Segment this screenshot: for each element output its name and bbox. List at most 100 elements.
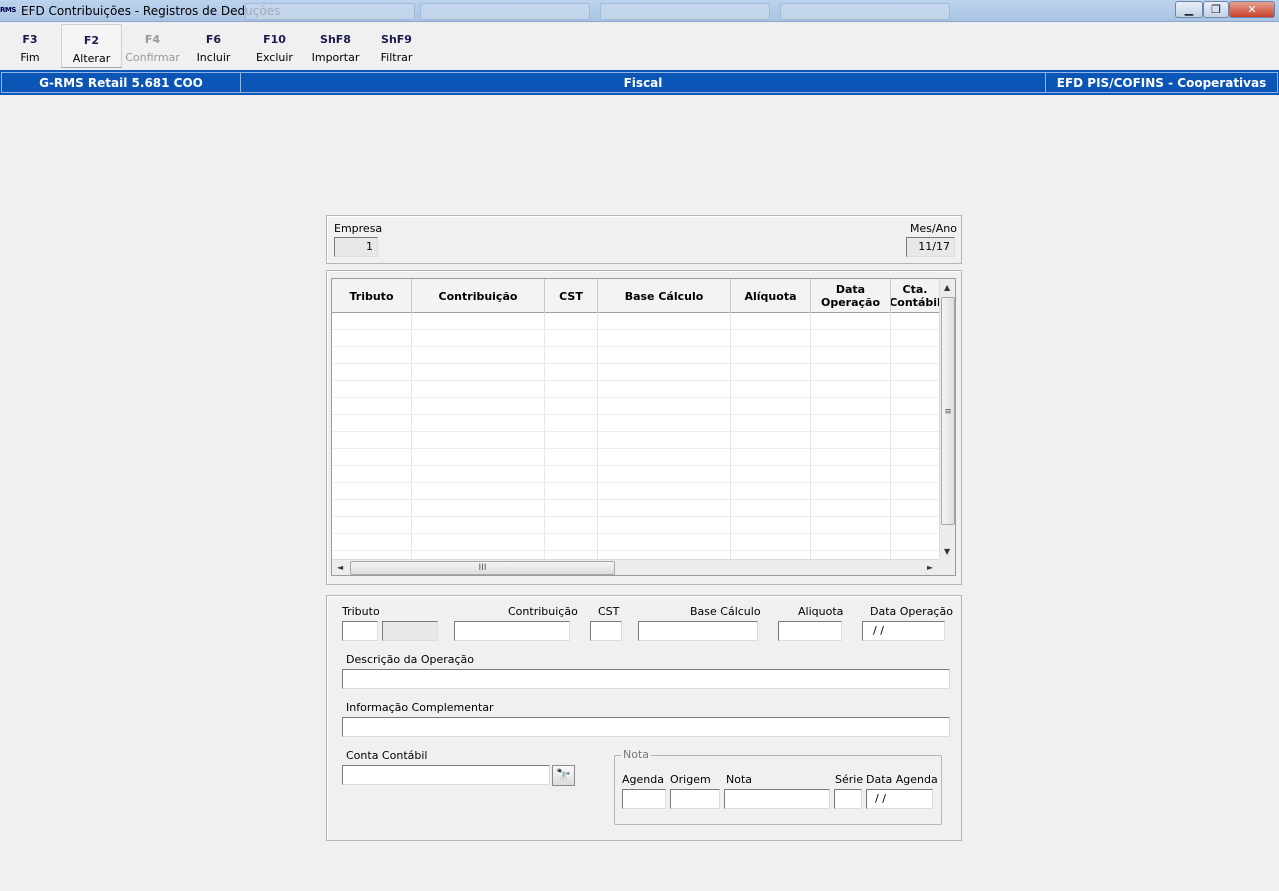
conta-lookup-button[interactable]: 🔭 xyxy=(552,765,575,786)
table-row[interactable] xyxy=(332,500,940,517)
horizontal-scroll-thumb[interactable]: III xyxy=(350,561,615,575)
origem-label: Origem xyxy=(670,773,711,786)
tributo-field[interactable] xyxy=(342,621,378,641)
col-tributo[interactable]: Tributo xyxy=(332,279,412,313)
incluir-label: Incluir xyxy=(196,51,231,64)
filtrar-label: Filtrar xyxy=(380,51,413,64)
alterar-button[interactable]: F2 Alterar xyxy=(61,24,122,68)
table-row[interactable] xyxy=(332,466,940,483)
importar-button[interactable]: ShF8 Importar xyxy=(305,24,366,68)
scroll-down-icon[interactable]: ▼ xyxy=(944,547,950,556)
conta-contabil-field[interactable] xyxy=(342,765,550,785)
toolbar: F3 Fim F2 Alterar F4 Confirmar F6 Inclui… xyxy=(0,22,1279,69)
deductions-grid[interactable]: Tributo Contribuição CST Base Cálculo Al… xyxy=(331,278,956,576)
grid-header: Tributo Contribuição CST Base Cálculo Al… xyxy=(332,279,940,313)
confirmar-shortcut: F4 xyxy=(144,33,161,46)
info-complementar-field[interactable] xyxy=(342,717,950,737)
background-taskbar-tab xyxy=(600,3,770,20)
contribuicao-field[interactable] xyxy=(454,621,570,641)
table-row[interactable] xyxy=(332,347,940,364)
excluir-button[interactable]: F10 Excluir xyxy=(244,24,305,68)
importar-label: Importar xyxy=(311,51,360,64)
incluir-button[interactable]: F6 Incluir xyxy=(183,24,244,68)
maximize-button[interactable]: ❐ xyxy=(1203,1,1229,18)
empresa-field[interactable]: 1 xyxy=(334,237,378,257)
importar-shortcut: ShF8 xyxy=(320,33,351,46)
excluir-label: Excluir xyxy=(256,51,293,64)
fim-button[interactable]: F3 Fim xyxy=(0,24,60,68)
close-button[interactable]: ✕ xyxy=(1229,1,1275,18)
table-row[interactable] xyxy=(332,398,940,415)
col-data-operacao[interactable]: Data Operação xyxy=(811,279,891,313)
binoculars-icon: 🔭 xyxy=(556,768,571,782)
minimize-icon: ▁ xyxy=(1184,3,1194,16)
scroll-up-icon[interactable]: ▲ xyxy=(944,283,950,292)
tributo-label: Tributo xyxy=(342,605,380,618)
nota-field[interactable] xyxy=(724,789,830,809)
base-calculo-label: Base Cálculo xyxy=(690,605,761,618)
col-cta-contabil[interactable]: Cta. Contábil xyxy=(891,279,940,313)
scroll-right-icon[interactable]: ► xyxy=(927,563,933,572)
table-row[interactable] xyxy=(332,381,940,398)
background-taskbar-tab xyxy=(245,3,415,20)
col-contribuicao[interactable]: Contribuição xyxy=(412,279,545,313)
table-row[interactable] xyxy=(332,517,940,534)
data-agenda-field[interactable]: / / xyxy=(866,789,933,809)
filtrar-shortcut: ShF9 xyxy=(381,33,412,46)
status-module: Fiscal xyxy=(241,72,1046,93)
table-row[interactable] xyxy=(332,483,940,500)
vertical-scroll-thumb[interactable]: ≡ xyxy=(941,297,955,525)
descricao-field[interactable] xyxy=(342,669,950,689)
col-aliquota[interactable]: Alíquota xyxy=(731,279,811,313)
aliquota-label: Aliquota xyxy=(798,605,844,618)
table-row[interactable] xyxy=(332,449,940,466)
minimize-button[interactable]: ▁ xyxy=(1175,1,1203,18)
fim-label: Fim xyxy=(20,51,40,64)
alterar-label: Alterar xyxy=(72,52,111,65)
nota-legend: Nota xyxy=(621,748,652,761)
filtrar-button[interactable]: ShF9 Filtrar xyxy=(366,24,427,68)
data-operacao-field[interactable]: / / xyxy=(862,621,945,641)
col-base-calculo[interactable]: Base Cálculo xyxy=(598,279,731,313)
table-row[interactable] xyxy=(332,415,940,432)
background-taskbar-tab xyxy=(420,3,590,20)
scroll-left-icon[interactable]: ◄ xyxy=(337,563,343,572)
table-row[interactable] xyxy=(332,313,940,330)
confirmar-button[interactable]: F4 Confirmar xyxy=(122,24,183,68)
horizontal-scrollbar[interactable]: ◄ III ► xyxy=(332,559,940,575)
serie-label: Série xyxy=(835,773,864,786)
info-complementar-label: Informação Complementar xyxy=(346,701,494,714)
data-agenda-label: Data Agenda xyxy=(866,773,938,786)
background-taskbar-tab xyxy=(780,3,950,20)
tributo-description-field xyxy=(382,621,438,641)
alterar-shortcut: F2 xyxy=(83,34,100,47)
incluir-shortcut: F6 xyxy=(205,33,222,46)
contribuicao-label: Contribuição xyxy=(508,605,578,618)
status-routine: EFD PIS/COFINS - Cooperativas xyxy=(1046,72,1278,93)
table-row[interactable] xyxy=(332,432,940,449)
aliquota-field[interactable] xyxy=(778,621,842,641)
scrollbar-corner xyxy=(939,559,955,575)
mesano-label: Mes/Ano xyxy=(910,222,957,235)
vertical-scrollbar[interactable]: ▲ ≡ ▼ xyxy=(939,279,955,560)
close-icon: ✕ xyxy=(1247,3,1257,16)
table-row[interactable] xyxy=(332,364,940,381)
descricao-label: Descrição da Operação xyxy=(346,653,475,666)
empresa-label: Empresa xyxy=(334,222,383,235)
grid-body[interactable] xyxy=(332,313,940,561)
base-calculo-field[interactable] xyxy=(638,621,758,641)
maximize-icon: ❐ xyxy=(1211,3,1221,16)
mesano-field[interactable]: 11/17 xyxy=(906,237,955,257)
origem-field[interactable] xyxy=(670,789,720,809)
cst-field[interactable] xyxy=(590,621,622,641)
table-row[interactable] xyxy=(332,534,940,551)
window-title: EFD Contribuições - Registros de Deduçõe… xyxy=(21,4,281,18)
col-cst[interactable]: CST xyxy=(545,279,598,313)
conta-contabil-label: Conta Contábil xyxy=(346,749,428,762)
agenda-field[interactable] xyxy=(622,789,666,809)
table-row[interactable] xyxy=(332,330,940,347)
agenda-label: Agenda xyxy=(622,773,664,786)
fim-shortcut: F3 xyxy=(22,33,38,46)
serie-field[interactable] xyxy=(834,789,862,809)
title-bar: RMS EFD Contribuições - Registros de Ded… xyxy=(0,0,1279,22)
